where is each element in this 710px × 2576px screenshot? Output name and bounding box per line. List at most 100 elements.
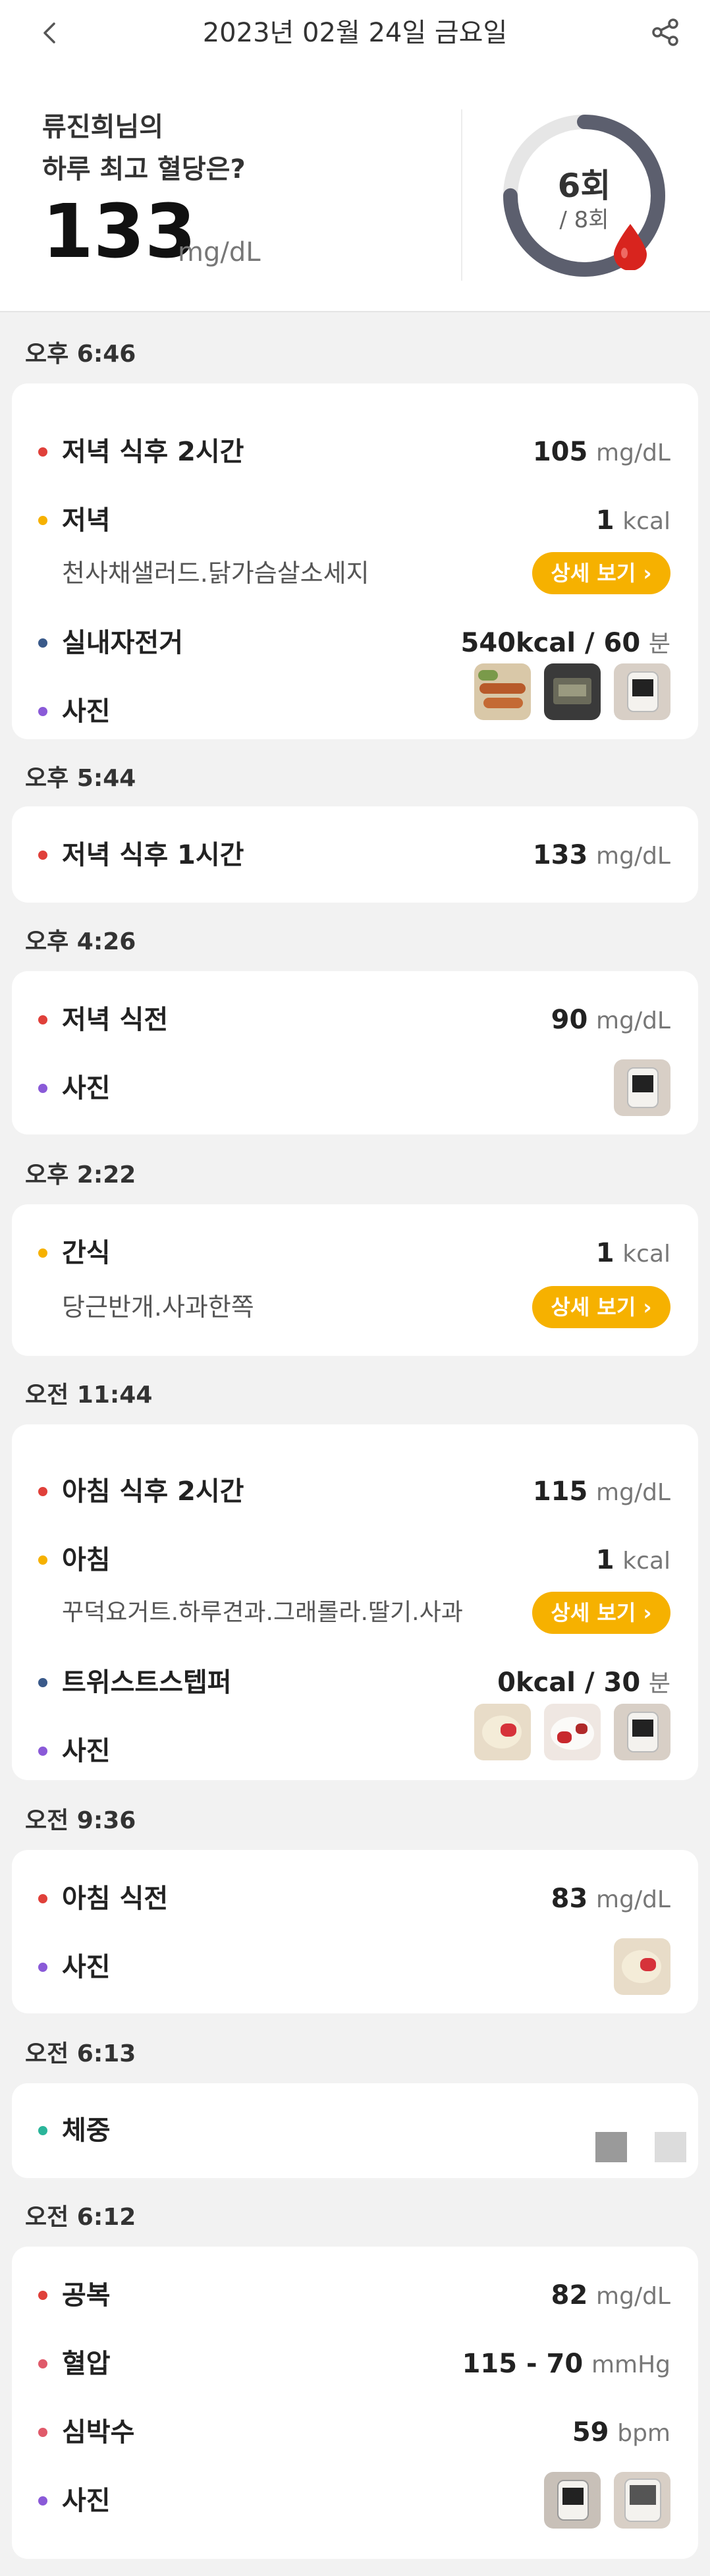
food-photo-thumbnail[interactable] (614, 1938, 670, 1995)
page-title: 2023년 02월 24일 금요일 (202, 18, 508, 48)
blood-pressure-row[interactable]: 혈압 115 - 70 mmHg (12, 2344, 698, 2384)
value-number: 59 (572, 2417, 609, 2448)
glucose-dot (38, 1894, 47, 1903)
entry-time: 오후 5:44 (25, 765, 136, 792)
value-unit: kcal (622, 508, 670, 535)
row-value: 0kcal / 30 분 (497, 1663, 670, 1704)
row-value: 83 mg/dL (551, 1879, 670, 1920)
photo-row: 사진 (12, 1069, 698, 1108)
row-value: 115 - 70 mmHg (462, 2344, 670, 2385)
row-label: 사진 (62, 2486, 111, 2516)
value-number: 133 (532, 840, 588, 870)
food-photo-thumbnail[interactable] (474, 663, 531, 720)
glucose-row[interactable]: 저녁 식전 90 mg/dL (12, 1000, 698, 1040)
photo-row: 사진 (12, 1947, 698, 1987)
entry-time: 오후 6:46 (25, 341, 136, 368)
row-label: 저녁 식후 1시간 (62, 840, 244, 870)
row-value: 82 mg/dL (551, 2276, 670, 2316)
row-label: 사진 (62, 1736, 111, 1766)
entry-card: 공복 82 mg/dL 혈압 115 - 70 mmHg 심박수 59 bpm … (12, 2247, 698, 2559)
glucometer-photo-thumbnail[interactable] (614, 1704, 670, 1760)
meal-description: 천사채샐러드.닭가슴살소세지 (62, 559, 369, 588)
food-photo-thumbnail[interactable] (474, 1704, 531, 1760)
row-value: 540kcal / 60 분 (461, 623, 670, 664)
detail-button-label: 상세 보기 (551, 561, 636, 586)
exercise-row[interactable]: 실내자전거 540kcal / 60 분 (12, 623, 698, 663)
glucometer-photo-thumbnail[interactable] (544, 2472, 601, 2529)
value-number: 0kcal / 30 (497, 1667, 641, 1698)
value-number: 1 (595, 1238, 614, 1268)
photo-thumbnails (614, 1059, 670, 1116)
app-header: 2023년 02월 24일 금요일 (0, 0, 710, 66)
row-label: 저녁 식후 2시간 (62, 437, 244, 467)
summary-question: 하루 최고 혈당은? (42, 154, 246, 184)
row-value: 1 kcal (596, 1540, 670, 1581)
entry-time: 오전 6:13 (25, 2040, 136, 2067)
meal-row[interactable]: 간식 1 kcal (12, 1233, 698, 1273)
entry-card: 아침 식전 83 mg/dL 사진 (12, 1850, 698, 2013)
photo-thumbnails (474, 663, 670, 720)
exercise-row[interactable]: 트위스트스텝퍼 0kcal / 30 분 (12, 1663, 698, 1702)
glucose-dot (38, 2291, 47, 2300)
value-unit: mg/dL (596, 2283, 670, 2310)
meal-description: 꾸덕요거트.하루견과.그래롤라.딸기.사과 (62, 1599, 463, 1626)
glucometer-photo-thumbnail[interactable] (614, 1059, 670, 1116)
row-label: 트위스트스텝퍼 (62, 1667, 232, 1698)
exercise-dot (38, 1678, 47, 1687)
summary-user-name: 류진희님의 (42, 112, 163, 142)
row-label: 저녁 식전 (62, 1005, 169, 1035)
meal-description: 당근반개.사과한쪽 (62, 1293, 254, 1322)
value-number: 105 (532, 437, 588, 467)
value-unit: mmHg (591, 2351, 670, 2378)
photo-dot (38, 707, 47, 716)
blood-pressure-monitor-photo-thumbnail[interactable] (614, 2472, 670, 2529)
photo-dot (38, 1084, 47, 1093)
entry-card: 간식 1 kcal 당근반개.사과한쪽 상세 보기 › (12, 1204, 698, 1356)
photo-dot (38, 2496, 47, 2506)
meal-row[interactable]: 저녁 1 kcal (12, 501, 698, 540)
blood-pressure-dot (38, 2359, 47, 2368)
entry-time: 오후 2:22 (25, 1162, 136, 1189)
food-photo-thumbnail[interactable] (544, 1704, 601, 1760)
value-unit: mg/dL (596, 1886, 670, 1913)
max-glucose-value: 133 (42, 189, 196, 275)
glucose-dot (38, 1487, 47, 1496)
heart-rate-row[interactable]: 심박수 59 bpm (12, 2413, 698, 2452)
back-arrow-icon[interactable] (38, 21, 62, 45)
detail-view-button[interactable]: 상세 보기 › (532, 552, 670, 594)
scale-photo-thumbnail[interactable] (544, 663, 601, 720)
glucose-row[interactable]: 아침 식전 83 mg/dL (12, 1879, 698, 1918)
glucometer-photo-thumbnail[interactable] (614, 663, 670, 720)
row-label: 혈압 (62, 2349, 111, 2379)
entry-card: 아침 식후 2시간 115 mg/dL 아침 1 kcal 꾸덕요거트.하루견과… (12, 1424, 698, 1780)
value-unit: bpm (617, 2420, 670, 2447)
weight-value-placeholder-icon (655, 2132, 686, 2162)
entry-time: 오전 9:36 (25, 1807, 136, 1834)
row-label: 저녁 (62, 505, 111, 536)
value-number: 1 (595, 505, 614, 536)
value-unit: kcal (622, 1548, 670, 1575)
detail-view-button[interactable]: 상세 보기 › (532, 1286, 670, 1328)
row-label: 아침 (62, 1545, 111, 1575)
glucose-row[interactable]: 공복 82 mg/dL (12, 2276, 698, 2315)
row-value: 1 kcal (596, 501, 670, 542)
row-value: 59 bpm (572, 2413, 670, 2453)
glucose-row[interactable]: 저녁 식후 1시간 133 mg/dL (12, 835, 698, 875)
row-label: 간식 (62, 1238, 111, 1268)
share-icon[interactable] (651, 17, 681, 47)
glucose-row[interactable]: 저녁 식후 2시간 105 mg/dL (12, 432, 698, 472)
value-unit: mg/dL (596, 439, 670, 466)
row-label: 아침 식후 2시간 (62, 1476, 244, 1507)
value-unit: kcal (622, 1241, 670, 1268)
value-number: 83 (551, 1884, 588, 1914)
entry-time: 오전 11:44 (25, 1382, 153, 1409)
row-label: 사진 (62, 1073, 111, 1104)
detail-view-button[interactable]: 상세 보기 › (532, 1592, 670, 1634)
value-unit: mg/dL (596, 1007, 670, 1034)
photo-thumbnails (474, 1704, 670, 1760)
glucose-row[interactable]: 아침 식후 2시간 115 mg/dL (12, 1472, 698, 1511)
meal-row[interactable]: 아침 1 kcal (12, 1540, 698, 1580)
photo-thumbnails (614, 1938, 670, 1995)
weight-dot (38, 2126, 47, 2135)
measurement-count: 6회 (557, 167, 611, 205)
